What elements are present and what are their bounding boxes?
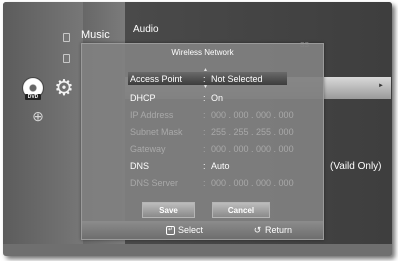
row-value: Auto (211, 161, 230, 171)
row-value: On (211, 93, 224, 103)
row-access-point[interactable]: Access Point: Not Selected (130, 73, 263, 85)
photo-category-icon[interactable] (63, 33, 70, 42)
row-dns-server: DNS Server:000 . 000 . 000 . 000 (130, 178, 294, 188)
row-label: DHCP (130, 93, 156, 103)
row-label: Gateway (130, 144, 166, 154)
row-label: Subnet Mask (130, 127, 183, 137)
save-button[interactable]: Save (142, 202, 195, 218)
row-label: Access Point (130, 74, 183, 84)
enter-key-icon: ↵ (166, 226, 175, 236)
menu-item-audio[interactable]: Audio (133, 24, 159, 35)
row-gateway: Gateway:000 . 000 . 000 . 000 (130, 144, 294, 154)
row-label: DNS (130, 161, 150, 171)
row-value: 000 . 000 . 000 . 000 (211, 144, 294, 154)
row-value: 000 . 000 . 000 . 000 (211, 178, 294, 188)
row-ip-address: IP Address:000 . 000 . 000 . 000 (130, 110, 294, 120)
chevron-right-icon: ► (378, 83, 384, 89)
row-dns[interactable]: DNS: Auto (130, 160, 230, 172)
video-category-icon[interactable] (63, 54, 70, 63)
return-hint-label: Return (265, 225, 293, 235)
select-hint: ↵ Select (166, 224, 203, 236)
row-value: 255 . 255 . 255 . 000 (211, 127, 294, 137)
row-value: 000 . 000 . 000 . 000 (211, 110, 294, 120)
row-dhcp[interactable]: DHCP: On (130, 92, 223, 104)
dvd-label: DVD (25, 94, 41, 100)
dialog-title: Wireless Network (171, 48, 234, 57)
row-label: DNS Server (130, 178, 179, 188)
row-label: IP Address (130, 110, 174, 120)
select-hint-label: Select (178, 225, 204, 235)
row-value: Not Selected (211, 74, 263, 84)
cancel-button[interactable]: Cancel (212, 202, 270, 218)
return-hint: ↺ Return (253, 224, 292, 236)
wireless-network-dialog: Wireless Network ▲ ▼ Access Point: Not Se… (81, 43, 324, 240)
menu-item-music[interactable]: Music (81, 29, 110, 41)
dialog-footer: ↵ Select ↺ Return (82, 221, 323, 239)
row-subnet-mask: Subnet Mask:255 . 255 . 255 . 000 (130, 127, 294, 137)
network-globe-icon[interactable]: ⊕ (31, 109, 45, 123)
settings-gear-icon[interactable]: ⚙ (53, 77, 75, 99)
return-arrow-icon: ↺ (253, 225, 262, 235)
background-valid-only-text: (Vaild Only) (330, 161, 382, 172)
